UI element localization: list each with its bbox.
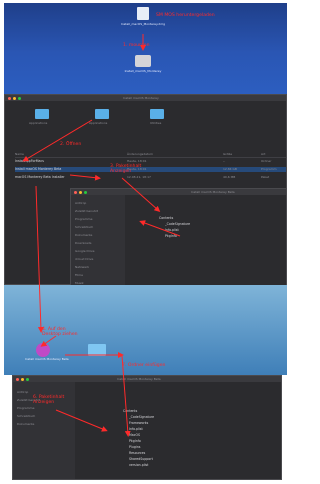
annotation-arrows	[22, 34, 181, 437]
